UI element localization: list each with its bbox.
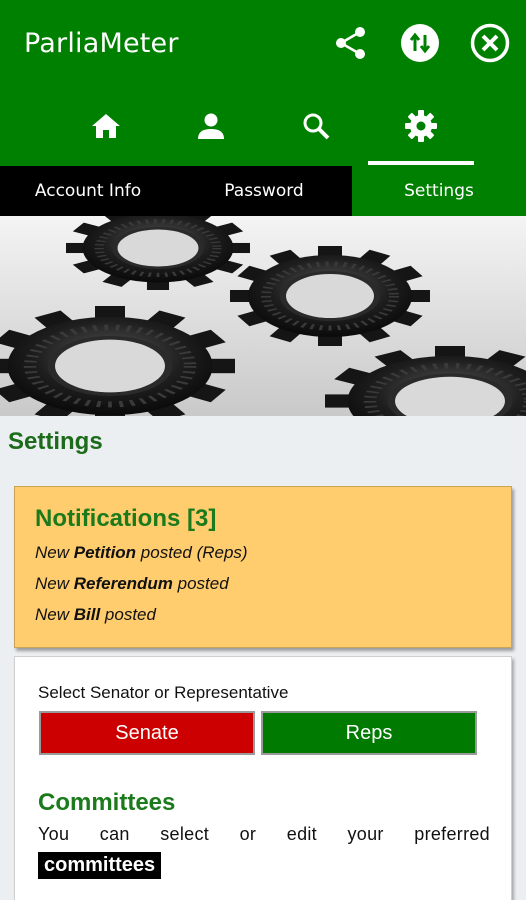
tab-account-info[interactable]: Account Info <box>0 166 176 216</box>
share-icon[interactable] <box>330 22 372 64</box>
gears-banner-image <box>0 216 526 416</box>
home-icon[interactable] <box>71 98 141 154</box>
active-nav-indicator <box>368 161 474 165</box>
page-title: Settings <box>8 428 103 455</box>
notification-item[interactable]: New Bill posted <box>35 605 156 625</box>
chamber-select-label: Select Senator or Representative <box>38 683 289 702</box>
committees-description: You can select or edit your preferred <box>38 824 490 844</box>
notification-item[interactable]: New Referendum posted <box>35 574 229 594</box>
tab-settings[interactable]: Settings <box>352 166 526 216</box>
notification-item[interactable]: New Petition posted (Reps) <box>35 543 248 563</box>
app-bar: ParliaMeter <box>0 0 526 166</box>
committees-title: Committees <box>38 789 176 816</box>
notifications-card: Notifications [3] New Petition posted (R… <box>14 486 512 648</box>
senate-button[interactable]: Senate <box>39 711 255 755</box>
search-icon[interactable] <box>281 98 351 154</box>
sync-icon[interactable] <box>399 22 441 64</box>
tab-bar: Account Info Password Settings <box>0 166 526 216</box>
tab-password[interactable]: Password <box>176 166 352 216</box>
chamber-committees-card: Select Senator or Representative Senate … <box>14 656 512 900</box>
gear-icon[interactable] <box>386 98 456 154</box>
committees-link[interactable]: committees <box>38 852 162 879</box>
reps-button[interactable]: Reps <box>261 711 477 755</box>
close-icon[interactable] <box>469 22 511 64</box>
app-title: ParliaMeter <box>24 28 179 59</box>
user-icon[interactable] <box>176 98 246 154</box>
notifications-title: Notifications [3] <box>35 505 217 532</box>
nav-icons <box>0 98 526 158</box>
